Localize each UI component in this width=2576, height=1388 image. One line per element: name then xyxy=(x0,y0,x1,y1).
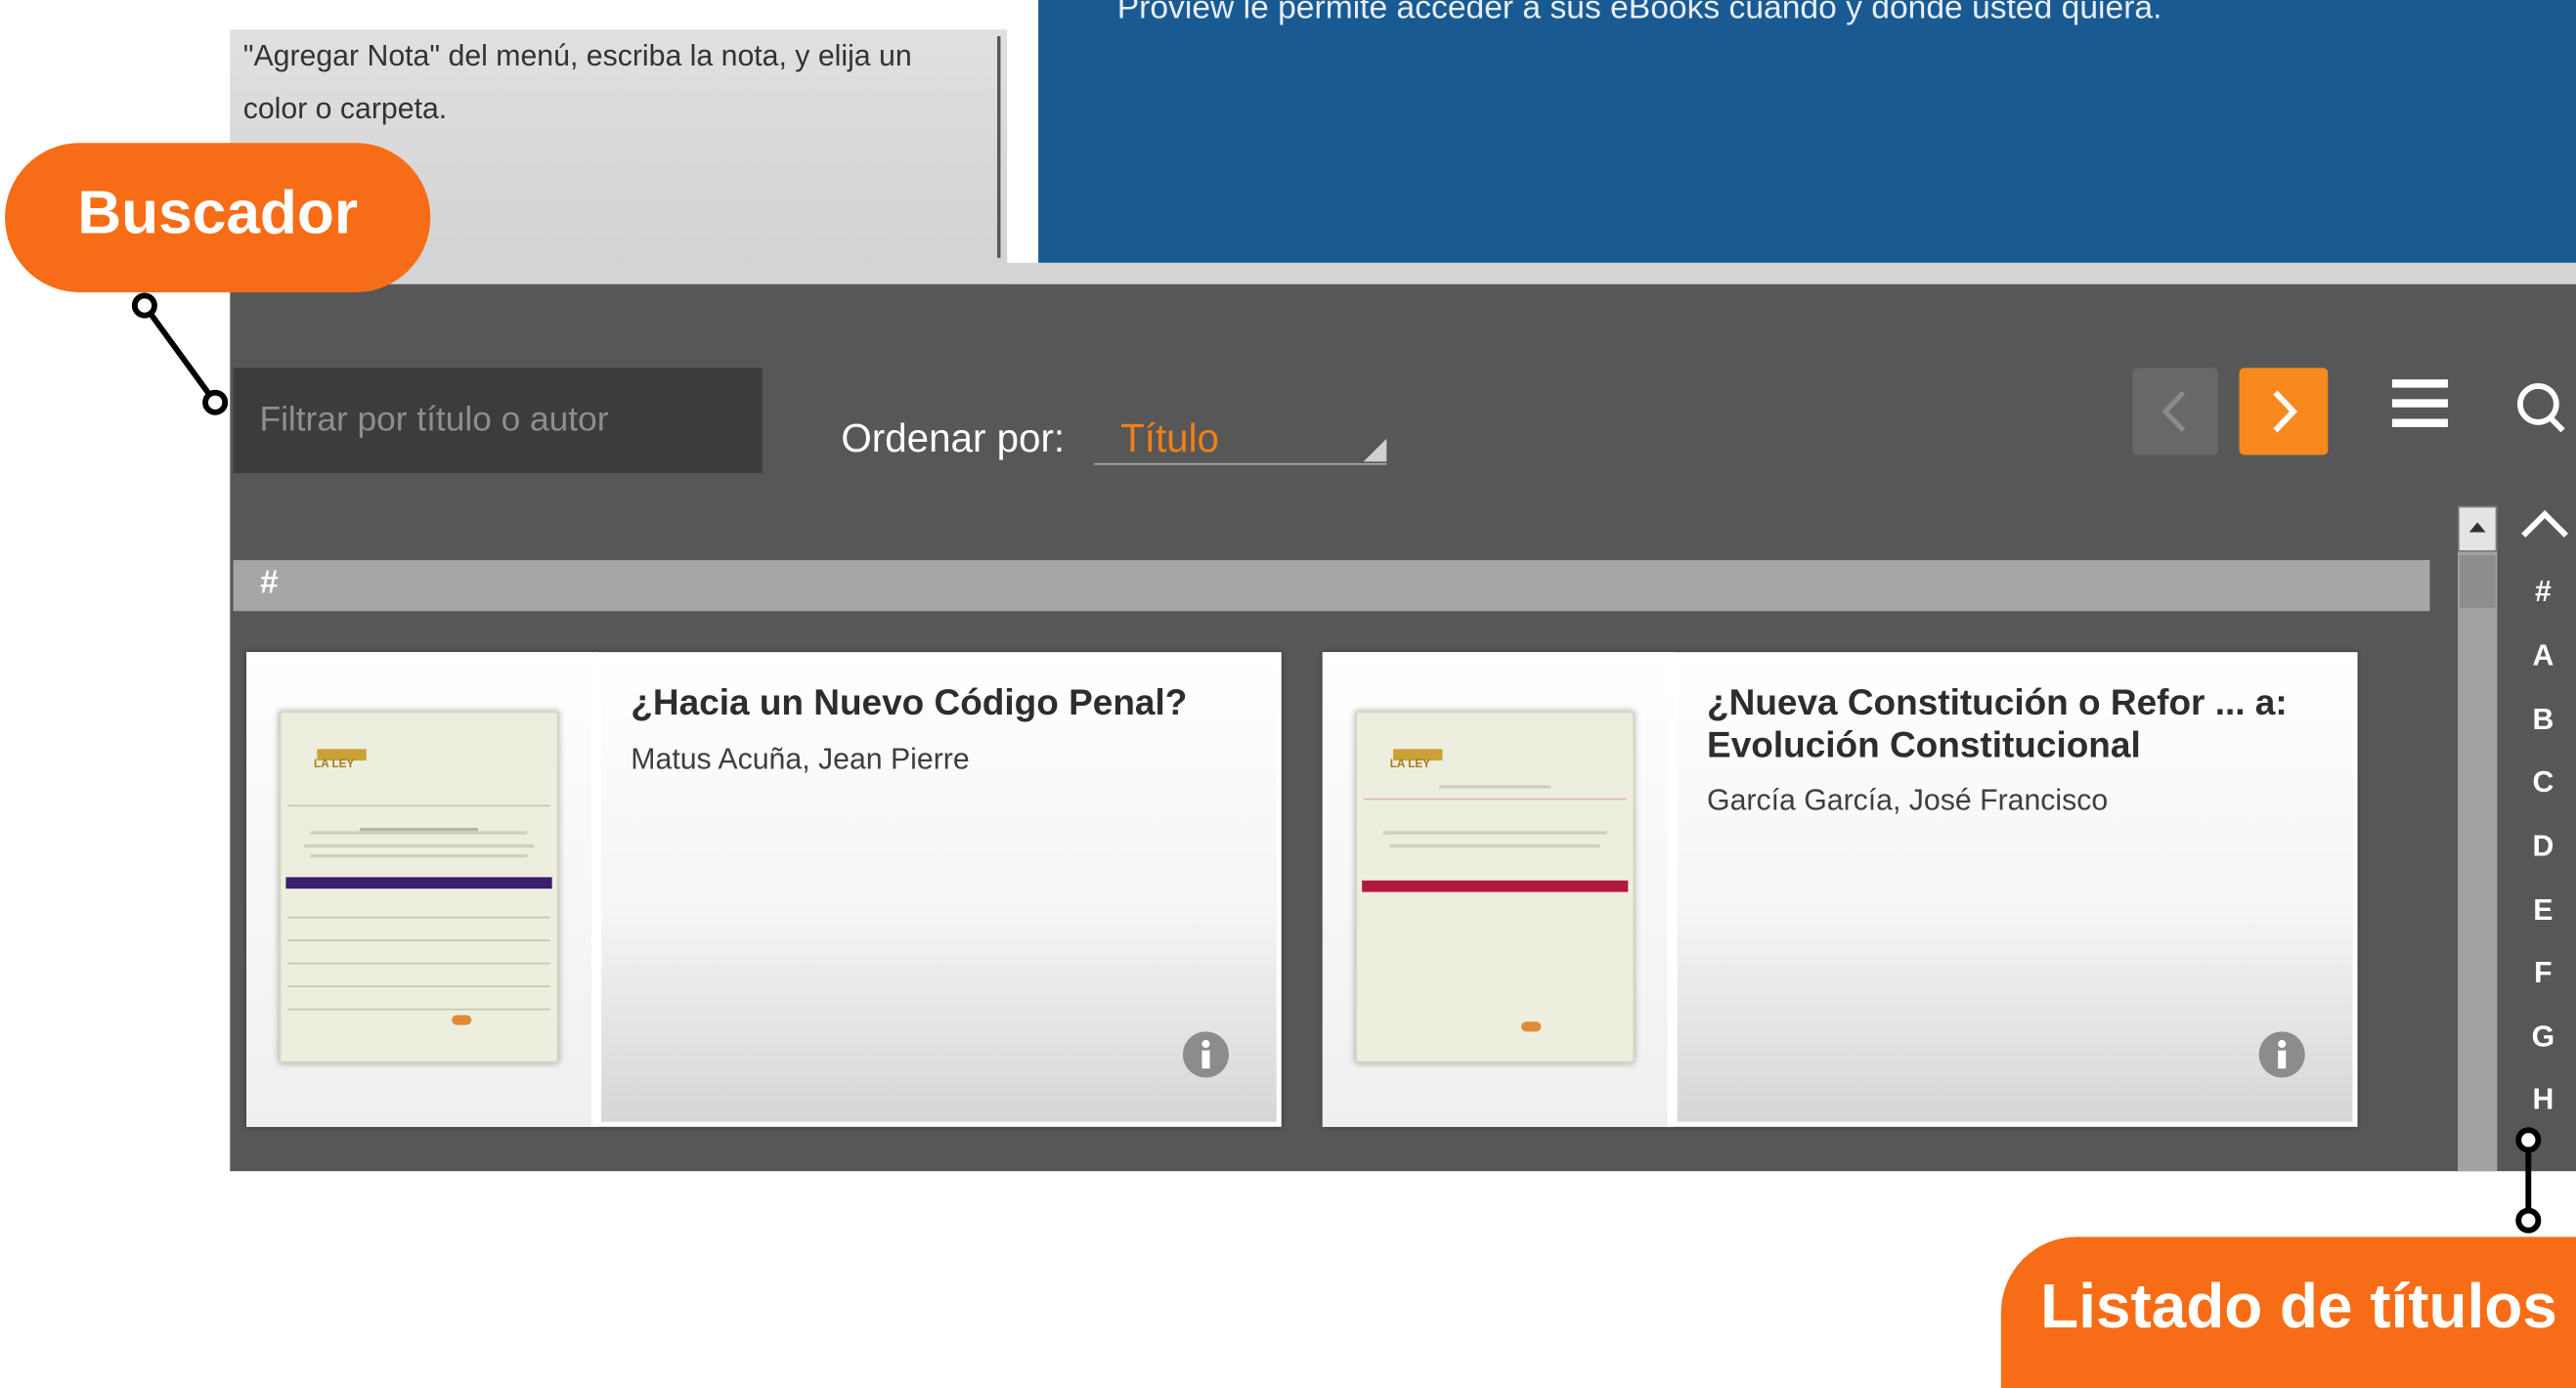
callout-buscador-label: Buscador xyxy=(77,179,359,247)
callout-listado-label: Listado de títulos xyxy=(2040,1273,2557,1342)
callout-buscador: Buscador xyxy=(5,143,431,293)
callout-listado-titulos: Listado de títulos xyxy=(2000,1236,2576,1388)
